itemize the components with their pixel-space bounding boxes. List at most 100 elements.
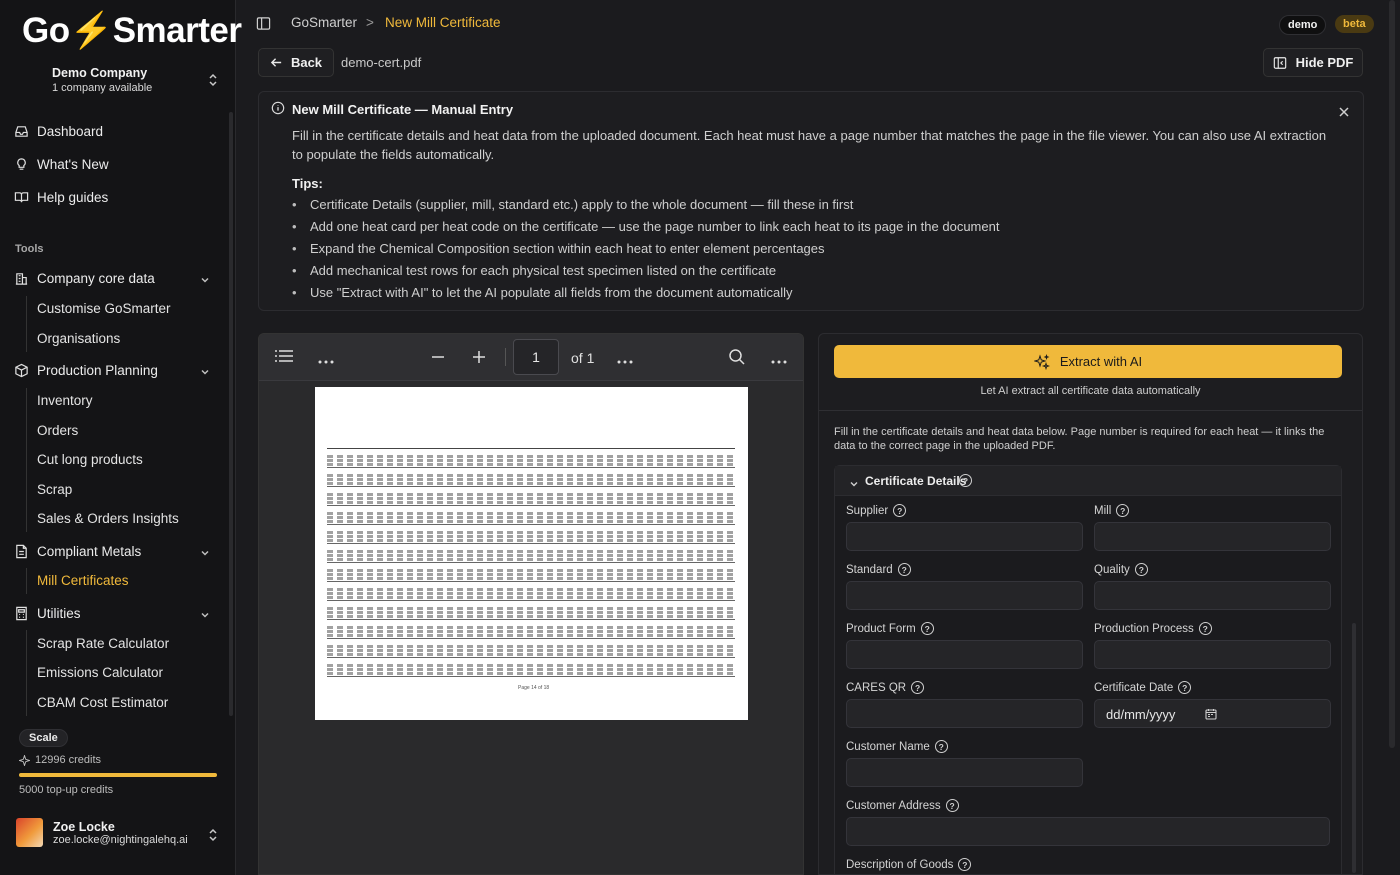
extract-with-ai-button[interactable]: Extract with AI	[834, 345, 1342, 378]
pdf-row-divider	[327, 524, 735, 525]
cares-qr-field[interactable]	[846, 699, 1083, 728]
help-icon[interactable]: ?	[1178, 681, 1192, 694]
pdf-row-text	[327, 607, 735, 610]
sidebar-scrollbar[interactable]	[229, 112, 233, 716]
sidebar-item-organisations[interactable]: Organisations	[37, 331, 120, 346]
pdf-row-text	[327, 554, 735, 557]
nav-help-guides[interactable]: Help guides	[14, 190, 108, 205]
certificate-details-header[interactable]: Certificate Details ?	[835, 466, 1341, 496]
hide-pdf-button[interactable]: Hide PDF	[1263, 48, 1363, 77]
sidebar-item-cbam-estimator[interactable]: CBAM Cost Estimator	[37, 695, 168, 710]
pdf-row-text	[327, 626, 735, 629]
pdf-page[interactable]: Page 14 of 18	[315, 387, 748, 720]
chevron-down-icon[interactable]	[199, 365, 211, 383]
customer-name-label: Customer Name?	[846, 740, 948, 753]
sidebar-item-cut-long-products[interactable]: Cut long products	[37, 452, 143, 467]
search-icon[interactable]	[728, 348, 746, 369]
sidebar-item-mill-certificates[interactable]: Mill Certificates	[37, 573, 129, 588]
help-icon[interactable]: ?	[893, 504, 907, 517]
chevron-down-icon[interactable]	[199, 273, 211, 291]
mill-field[interactable]	[1094, 522, 1331, 551]
list-item: Add one heat card per heat code on the c…	[292, 218, 999, 240]
nav-dashboard[interactable]: Dashboard	[14, 124, 103, 139]
outline-icon[interactable]	[275, 349, 293, 366]
group-production-planning[interactable]: Production Planning	[14, 363, 158, 378]
group-divider	[26, 296, 27, 352]
pdf-row-text	[327, 573, 735, 576]
help-icon[interactable]: ?	[911, 681, 925, 694]
sidebar-toggle-icon[interactable]	[256, 16, 271, 36]
tools-section-label: Tools	[15, 243, 44, 255]
pdf-row-divider	[327, 619, 735, 620]
sidebar-item-scrap[interactable]: Scrap	[37, 482, 72, 497]
user-menu[interactable]: Zoe Locke zoe.locke@nightingalehq.ai	[16, 818, 188, 847]
credits-progress-bar	[19, 773, 217, 777]
mill-label: Mill?	[1094, 504, 1130, 517]
list-item: Expand the Chemical Composition section …	[292, 240, 999, 262]
tips-list: Certificate Details (supplier, mill, sta…	[292, 196, 999, 306]
sidebar-item-customise[interactable]: Customise GoSmarter	[37, 301, 171, 316]
help-icon[interactable]: ?	[934, 740, 948, 753]
sidebar-item-sales-insights[interactable]: Sales & Orders Insights	[37, 511, 179, 526]
pdf-row-text	[327, 592, 735, 595]
back-button[interactable]: Back	[258, 48, 334, 77]
pdf-row-divider	[327, 657, 735, 658]
lightbulb-icon	[17, 158, 26, 170]
group-company-core-data[interactable]: Company core data	[14, 271, 155, 286]
more-icon[interactable]	[770, 352, 788, 368]
quality-field[interactable]	[1094, 581, 1331, 610]
help-icon[interactable]: ?	[1198, 622, 1212, 635]
arrow-left-icon	[270, 58, 282, 67]
sidebar-item-emissions-calculator[interactable]: Emissions Calculator	[37, 665, 163, 680]
certificate-date-field[interactable]: dd/mm/yyyy	[1094, 699, 1331, 728]
production-process-field[interactable]	[1094, 640, 1331, 669]
cares-qr-label: CARES QR?	[846, 681, 925, 694]
company-switcher[interactable]: Demo Company 1 company available	[52, 66, 152, 94]
more-icon[interactable]	[616, 352, 634, 368]
help-icon[interactable]: ?	[945, 799, 959, 812]
page-scrollbar[interactable]	[1389, 0, 1395, 748]
help-icon[interactable]: ?	[920, 622, 934, 635]
toolbar-divider	[505, 348, 506, 366]
breadcrumb-root[interactable]: GoSmarter	[291, 15, 357, 30]
group-compliant-metals[interactable]: Compliant Metals	[14, 544, 141, 559]
sidebar-item-orders[interactable]: Orders	[37, 423, 78, 438]
sidebar-item-inventory[interactable]: Inventory	[37, 393, 93, 408]
product-form-field[interactable]	[846, 640, 1083, 669]
pdf-row-divider	[327, 467, 735, 468]
pdf-row-divider	[327, 505, 735, 506]
standard-field[interactable]	[846, 581, 1083, 610]
zoom-in-icon[interactable]	[472, 350, 486, 367]
customer-name-field[interactable]	[846, 758, 1083, 787]
calendar-icon[interactable]	[1205, 707, 1217, 725]
form-scrollbar[interactable]	[1352, 623, 1356, 873]
zoom-out-icon[interactable]	[431, 350, 445, 367]
chevron-updown-icon[interactable]	[207, 72, 219, 93]
book-icon	[14, 192, 29, 203]
list-item: Add mechanical test rows for each physic…	[292, 262, 999, 284]
close-icon[interactable]	[1338, 105, 1350, 123]
help-icon[interactable]: ?	[1116, 504, 1130, 517]
nav-whats-new[interactable]: What's New	[14, 157, 109, 172]
group-divider	[26, 568, 27, 594]
pdf-row-text	[327, 634, 735, 637]
help-icon[interactable]: ?	[958, 858, 972, 871]
group-utilities[interactable]: Utilities	[14, 606, 81, 621]
help-icon[interactable]: ?	[897, 563, 911, 576]
chevron-updown-icon[interactable]	[207, 827, 219, 848]
help-icon[interactable]: ?	[1134, 563, 1148, 576]
sidebar-item-scrap-rate-calculator[interactable]: Scrap Rate Calculator	[37, 636, 169, 651]
pdf-row-text	[327, 611, 735, 614]
gosmarter-logo[interactable]: Go⚡Smarter	[22, 10, 242, 51]
page-number-input[interactable]: 1	[513, 339, 559, 375]
supplier-field[interactable]	[846, 522, 1083, 551]
chevron-down-icon[interactable]	[199, 608, 211, 626]
more-icon[interactable]	[317, 352, 335, 368]
avatar	[16, 818, 43, 847]
pdf-row-text	[327, 535, 735, 538]
pdf-row-text	[327, 478, 735, 481]
pdf-row-divider	[327, 486, 735, 487]
chevron-down-icon[interactable]	[199, 546, 211, 564]
customer-address-field[interactable]	[846, 817, 1330, 846]
help-icon[interactable]: ?	[959, 474, 972, 487]
